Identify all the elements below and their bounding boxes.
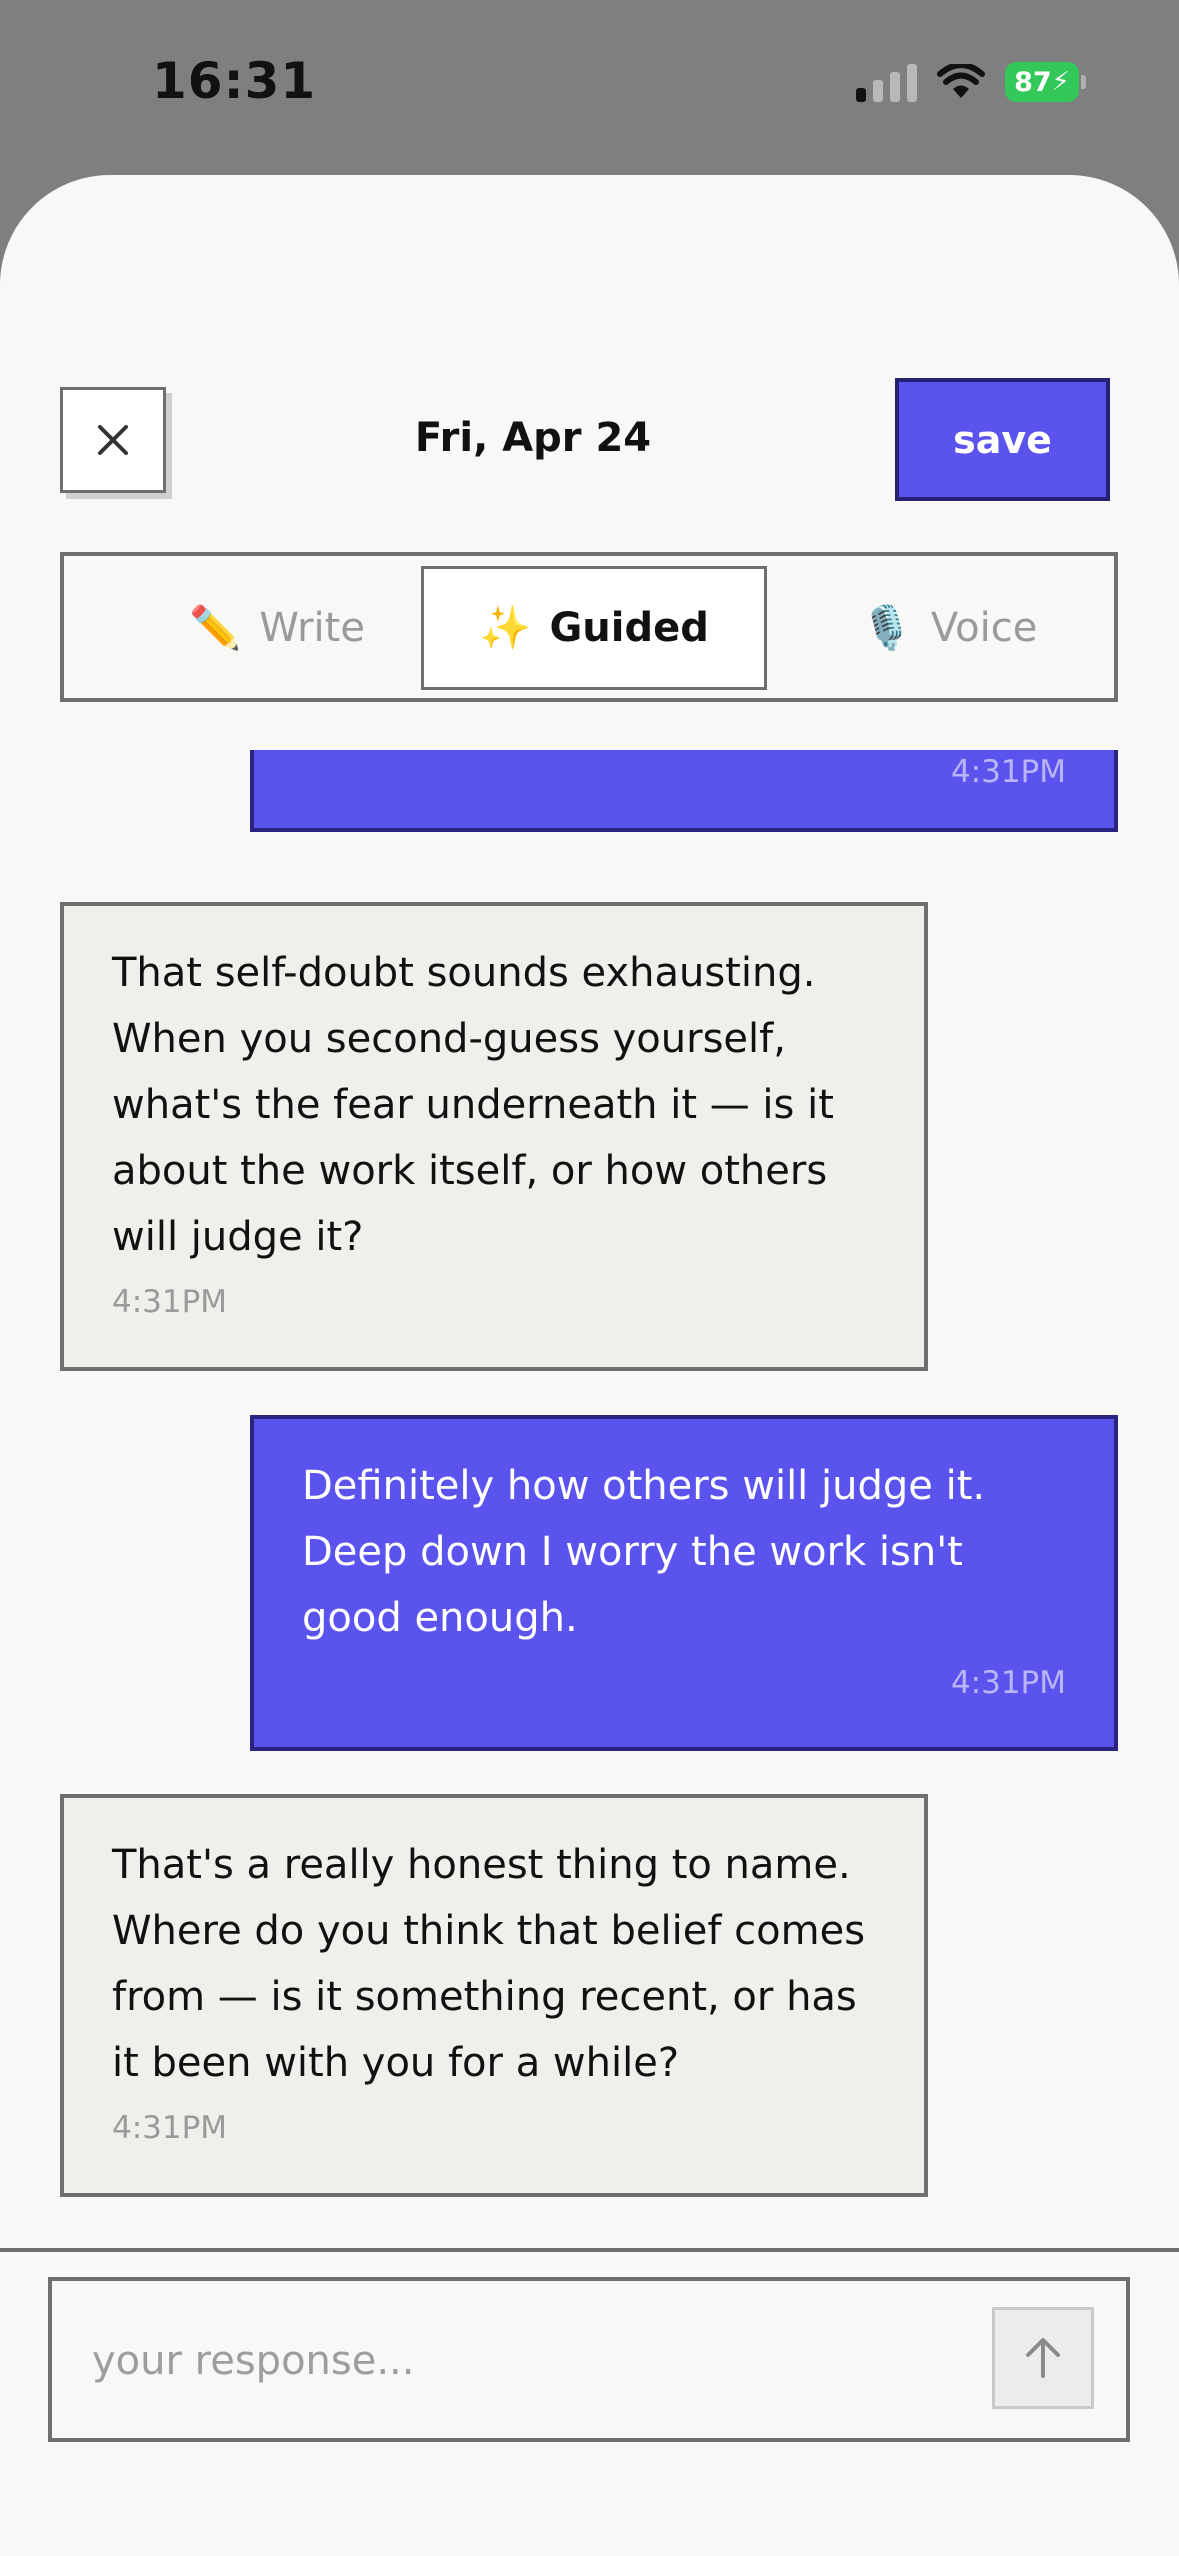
chat-message-assistant: That's a really honest thing to name. Wh…: [60, 1794, 928, 2197]
mode-tabs: ✏️ Write ✨ Guided 🎙️ Voice: [60, 552, 1118, 702]
tab-voice-label: Voice: [930, 605, 1038, 651]
chat-messages[interactable]: 4:31PM That self-doubt sounds exhausting…: [0, 750, 1179, 2200]
close-button[interactable]: [60, 387, 166, 493]
message-text: That's a really honest thing to name. Wh…: [112, 1842, 866, 2086]
send-button[interactable]: [992, 2307, 1094, 2409]
chat-message-user: Definitely how others will judge it. Dee…: [250, 1415, 1118, 1751]
cellular-signal-icon: [856, 62, 917, 102]
arrow-up-icon: [1026, 2338, 1060, 2378]
status-icons: 87 ⚡: [856, 62, 1086, 102]
message-time: 4:31PM: [112, 1284, 228, 1320]
status-time: 16:31: [152, 52, 317, 110]
tab-guided[interactable]: ✨ Guided: [421, 566, 767, 690]
close-icon: [98, 425, 128, 455]
tab-guided-label: Guided: [549, 605, 709, 651]
tab-write[interactable]: ✏️ Write: [124, 566, 430, 690]
microphone-icon: 🎙️: [860, 603, 913, 652]
message-time: 4:31PM: [950, 754, 1066, 790]
composer-divider: [0, 2248, 1179, 2252]
journal-sheet: Fri, Apr 24 save ✏️ Write ✨ Guided 🎙️ Vo…: [0, 175, 1179, 2556]
message-time: 4:31PM: [112, 2110, 228, 2146]
composer: [48, 2277, 1130, 2442]
pencil-icon: ✏️: [189, 603, 242, 652]
wifi-icon: [937, 64, 985, 100]
battery-level: 87: [1014, 66, 1052, 98]
entry-date-title: Fri, Apr 24: [414, 415, 652, 461]
message-time: 4:31PM: [950, 1665, 1066, 1701]
sparkles-icon: ✨: [479, 603, 532, 652]
message-text: That self-doubt sounds exhausting. When …: [112, 950, 834, 1260]
response-input[interactable]: [92, 2321, 972, 2401]
tab-write-label: Write: [259, 605, 365, 651]
battery-charging-icon: 87 ⚡: [1005, 62, 1086, 102]
chat-message-assistant: That self-doubt sounds exhausting. When …: [60, 902, 928, 1371]
tab-voice[interactable]: 🎙️ Voice: [804, 566, 1094, 690]
status-bar: 16:31 87 ⚡: [0, 0, 1179, 175]
chat-message-user: 4:31PM: [250, 750, 1118, 832]
save-button[interactable]: save: [895, 378, 1110, 501]
message-text: Definitely how others will judge it. Dee…: [302, 1463, 986, 1641]
